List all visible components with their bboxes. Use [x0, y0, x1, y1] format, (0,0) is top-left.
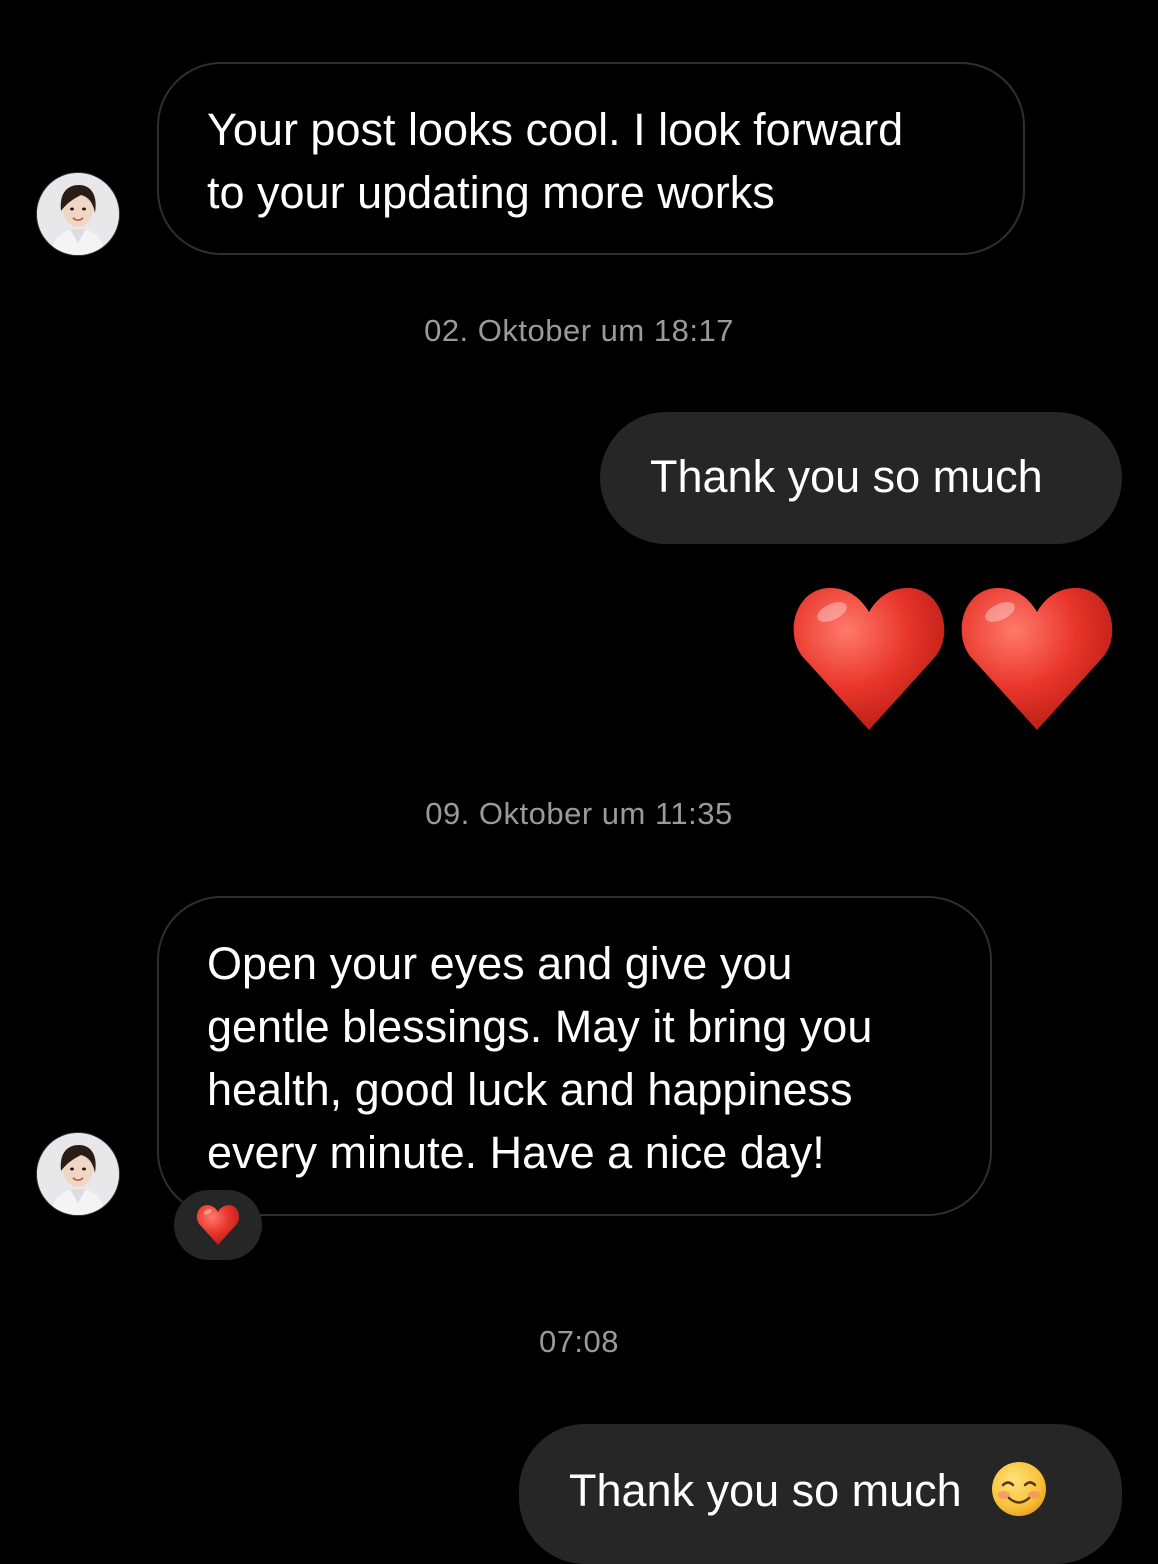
message-text-line: gentle blessings. May it bring you: [207, 1001, 873, 1052]
incoming-message-bubble[interactable]: Open your eyes and give you gentle bless…: [157, 896, 992, 1216]
incoming-message-bubble[interactable]: Your post looks cool. I look forward to …: [157, 62, 1025, 255]
outgoing-message-bubble[interactable]: Thank you so much: [600, 412, 1122, 544]
message-text-line: health, good luck and happiness: [207, 1064, 853, 1115]
message-timestamp: 07:08: [538, 1324, 620, 1359]
outgoing-message-bubble[interactable]: Thank you so much: [519, 1424, 1122, 1564]
contact-avatar[interactable]: [37, 173, 119, 255]
message-text-line: Open your eyes and give you: [207, 938, 793, 989]
message-text: Thank you so much: [650, 451, 1043, 502]
message-text-line: every minute. Have a nice day!: [207, 1127, 825, 1178]
person-avatar-icon: [37, 1133, 119, 1215]
contact-avatar[interactable]: [37, 1133, 119, 1215]
message-reaction[interactable]: [174, 1190, 262, 1260]
person-avatar-icon: [37, 173, 119, 255]
message-timestamp: 02. Oktober um 18:17: [424, 313, 734, 348]
heart-reaction-icon: [196, 1205, 240, 1245]
red-heart-icon: [793, 588, 945, 730]
outgoing-emoji-message[interactable]: [792, 584, 1116, 734]
message-text-line: to your updating more works: [207, 167, 775, 218]
smiling-face-emoji-icon: [992, 1462, 1047, 1516]
message-text: Thank you so much: [569, 1465, 962, 1516]
red-heart-icon: [961, 588, 1113, 730]
message-text-line: Your post looks cool. I look forward: [207, 104, 904, 155]
message-timestamp: 09. Oktober um 11:35: [425, 796, 733, 831]
